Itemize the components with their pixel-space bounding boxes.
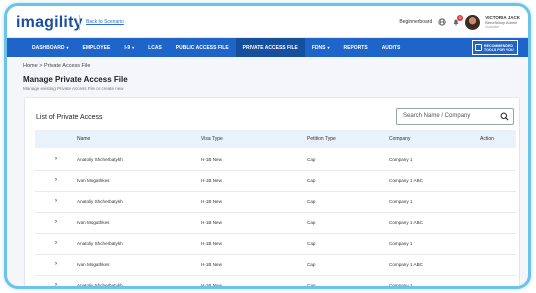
language-label[interactable]: Beginnerboard bbox=[399, 19, 432, 25]
main-nav: DASHBOARD ▾ EMPLOYEE I-9 ▾ LCAS PUBLIC ACC… bbox=[7, 38, 528, 57]
cell-company: Company 1 bbox=[389, 283, 413, 288]
nav-employee[interactable]: EMPLOYEE bbox=[76, 38, 118, 57]
imagility-logo[interactable]: imagility bbox=[16, 14, 83, 32]
app-frame: imagility Back to Scenario Beginnerboard… bbox=[4, 3, 531, 289]
chevron-right-icon[interactable]: › bbox=[55, 156, 57, 162]
cell-name: Anatoliy Shcherbatykh bbox=[77, 157, 123, 162]
nav-public-access-file[interactable]: PUBLIC ACCESS FILE bbox=[169, 38, 236, 57]
chevron-down-icon: ▾ bbox=[66, 45, 69, 50]
cell-name: Anatoliy Shcherbatykh bbox=[77, 283, 123, 288]
cell-visa-type: H-1B New bbox=[201, 199, 222, 204]
chevron-right-icon[interactable]: › bbox=[55, 177, 57, 183]
cell-company: Company 1 ABC bbox=[389, 262, 423, 267]
cell-visa-type: H-1B New bbox=[201, 283, 222, 288]
chevron-down-icon: ▾ bbox=[132, 45, 135, 50]
column-action: Action bbox=[480, 136, 494, 142]
cell-petition-type: Cap bbox=[307, 283, 316, 288]
cell-visa-type: H-1B New bbox=[201, 178, 222, 183]
cell-company: Company 1 bbox=[389, 199, 413, 204]
cell-visa-type: H-1B New bbox=[201, 220, 222, 225]
table-row[interactable]: › Ivan Mogathkes H-1B New Cap Company 1 … bbox=[35, 213, 516, 234]
nav-audits[interactable]: AUDITS bbox=[375, 38, 408, 57]
chevron-right-icon[interactable]: › bbox=[55, 198, 57, 204]
private-access-card: List of Private Access Search Name / Com… bbox=[24, 97, 520, 288]
back-to-scenario-link[interactable]: Back to Scenario bbox=[86, 19, 124, 25]
top-header: imagility Back to Scenario Beginnerboard… bbox=[7, 6, 528, 38]
table-row[interactable]: › Anatoliy Shcherbatykh H-1B New Cap Com… bbox=[35, 276, 516, 288]
recommended-tools-label: RECOMMENDED TOOLS FOR YOU bbox=[484, 43, 514, 52]
nav-lcas[interactable]: LCAS bbox=[141, 38, 169, 57]
user-info[interactable]: VICTORIA JACK Beneficiary Admin Availabl… bbox=[485, 15, 520, 30]
nav-dashboard[interactable]: DASHBOARD ▾ bbox=[25, 38, 76, 57]
bell-icon[interactable]: 0 bbox=[451, 14, 464, 27]
cell-name: Anatoliy Shcherbatykh bbox=[77, 199, 123, 204]
chevron-down-icon: ▾ bbox=[327, 45, 330, 50]
chevron-right-icon[interactable]: › bbox=[55, 261, 57, 267]
search-icon[interactable] bbox=[500, 112, 509, 121]
cell-name: Ivan Mogathkes bbox=[77, 178, 110, 183]
toolbox-icon bbox=[475, 44, 482, 51]
cell-petition-type: Cap bbox=[307, 178, 316, 183]
cell-petition-type: Cap bbox=[307, 262, 316, 267]
nav-private-access-file[interactable]: PRIVATE ACCESS FILE bbox=[235, 38, 305, 57]
column-name[interactable]: Name bbox=[77, 136, 90, 142]
page-subtitle: Manage existing Private Access File or c… bbox=[23, 86, 124, 91]
cell-petition-type: Cap bbox=[307, 220, 316, 225]
recommended-tools-button[interactable]: RECOMMENDED TOOLS FOR YOU bbox=[472, 40, 518, 55]
table-row[interactable]: › Anatoliy Shcherbatykh H-1B New Cap Com… bbox=[35, 192, 516, 213]
cell-name: Anatoliy Shcherbatykh bbox=[77, 241, 123, 246]
notification-badge: 0 bbox=[457, 14, 464, 21]
chevron-right-icon[interactable]: › bbox=[55, 282, 57, 286]
cell-visa-type: H-1B New bbox=[201, 241, 222, 246]
globe-icon[interactable] bbox=[437, 18, 446, 27]
column-company[interactable]: Company bbox=[389, 136, 410, 142]
cell-petition-type: Cap bbox=[307, 241, 316, 246]
card-title: List of Private Access bbox=[36, 114, 103, 121]
cell-company: Company 1 bbox=[389, 241, 413, 246]
cell-name: Ivan Mogathkes bbox=[77, 220, 110, 225]
table-row[interactable]: › Anatoliy Shcherbatykh H-1B New Cap Com… bbox=[35, 150, 516, 171]
cell-visa-type: H-1B New bbox=[201, 157, 222, 162]
table-row[interactable]: › Ivan Mogathkes H-1B New Cap Company 1 … bbox=[35, 255, 516, 276]
search-placeholder: Search Name / Company bbox=[403, 113, 471, 119]
cell-name: Ivan Mogathkes bbox=[77, 262, 110, 267]
avatar[interactable] bbox=[465, 14, 481, 30]
search-input[interactable]: Search Name / Company bbox=[396, 108, 514, 125]
chevron-right-icon[interactable]: › bbox=[55, 219, 57, 225]
nav-fdns[interactable]: FDNS ▾ bbox=[305, 38, 337, 57]
column-visa-type[interactable]: Visa Type bbox=[201, 136, 223, 142]
breadcrumb[interactable]: Home > Private Access File bbox=[23, 63, 90, 69]
table-row[interactable]: › Ivan Mogathkes H-1B New Cap Company 1 … bbox=[35, 171, 516, 192]
cell-petition-type: Cap bbox=[307, 157, 316, 162]
cell-company: Company 1 bbox=[389, 157, 413, 162]
chevron-right-icon[interactable]: › bbox=[55, 240, 57, 246]
column-petition-type[interactable]: Petition Type bbox=[307, 136, 336, 142]
nav-reports[interactable]: REPORTS bbox=[337, 38, 375, 57]
header-right: Beginnerboard 0 VICTORIA JACK Beneficiar… bbox=[399, 11, 520, 33]
logo-divider bbox=[79, 15, 80, 30]
table-header: Name Visa Type Petition Type Company Act… bbox=[35, 130, 516, 148]
table-row[interactable]: › Anatoliy Shcherbatykh H-1B New Cap Com… bbox=[35, 234, 516, 255]
cell-company: Company 1 ABC bbox=[389, 178, 423, 183]
cell-visa-type: H-1B New bbox=[201, 262, 222, 267]
page-title: Manage Private Access File bbox=[23, 75, 128, 84]
nav-i9[interactable]: I-9 ▾ bbox=[117, 38, 141, 57]
cell-petition-type: Cap bbox=[307, 199, 316, 204]
cell-company: Company 1 ABC bbox=[389, 220, 423, 225]
user-status: Available bbox=[485, 24, 500, 29]
